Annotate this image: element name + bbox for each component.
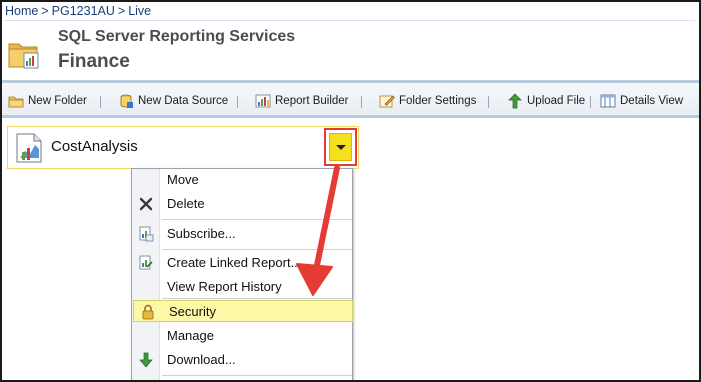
folder-settings-icon [379,95,395,108]
report-builder-icon [255,94,271,108]
toolbar-divider [361,96,362,108]
menu-item-label: Create Linked Report... [167,255,302,270]
breadcrumb-live-link[interactable]: Live [128,4,151,18]
menu-divider [162,298,352,299]
menu-item-security[interactable]: Security [133,300,353,322]
report-icon [16,133,42,163]
menu-item-move[interactable]: Move [132,169,352,191]
upload-file-label: Upload File [527,95,586,107]
menu-divider [162,219,352,220]
menu-item-label: Move [167,172,199,187]
menu-divider [162,249,352,250]
menu-item-subscribe[interactable]: Subscribe... [132,223,352,245]
chevron-down-icon [336,145,346,150]
menu-item-label: Delete [167,196,205,211]
report-item-costanalysis[interactable]: CostAnalysis [7,126,359,169]
toolbar-divider [590,96,591,108]
details-view-icon [600,94,616,108]
breadcrumb: Home > PG1231AU > Live [5,4,695,21]
breadcrumb-pg1231au-link[interactable]: PG1231AU [52,4,115,18]
report-manager-window: Home > PG1231AU > Live SQL Server Reporting … [0,0,701,382]
page-header: SQL Server Reporting Services Finance [2,22,699,80]
breadcrumb-home-link[interactable]: Home [5,4,38,18]
item-context-menu: Move Delete Subscribe... Create Linked R… [131,168,353,380]
menu-item-label: Security [169,304,216,319]
menu-item-label: View Report History [167,279,282,294]
toolbar-divider [100,96,101,108]
details-view-button[interactable]: Details View [600,92,683,110]
new-folder-label: New Folder [28,95,87,107]
dropdown-arrow-area[interactable] [329,133,352,161]
report-item-name[interactable]: CostAnalysis [51,138,138,155]
new-data-source-button[interactable]: New Data Source [118,92,228,110]
app-title: SQL Server Reporting Services [58,28,296,45]
folder-settings-label: Folder Settings [399,95,477,107]
upload-file-icon [508,93,522,109]
menu-item-download[interactable]: Download... [132,349,352,371]
page-title: Finance [58,51,130,72]
toolbar-divider [488,96,489,108]
new-data-source-label: New Data Source [138,95,229,107]
menu-item-delete[interactable]: Delete [132,193,352,215]
menu-item-manage[interactable]: Manage [132,325,352,347]
breadcrumb-separator: > [117,4,126,18]
subscribe-icon [139,226,154,242]
toolbar: New Folder New Data Source Report Builde… [2,80,699,118]
toolbar-divider [237,96,238,108]
folder-report-icon [8,43,39,69]
menu-item-create-linked-report[interactable]: Create Linked Report... [132,252,352,274]
menu-item-view-report-history[interactable]: View Report History [132,276,352,298]
item-dropdown-button[interactable] [324,128,357,166]
download-icon [139,352,153,368]
details-view-label: Details View [620,95,684,107]
linked-report-icon [139,255,153,270]
new-folder-icon [8,96,24,108]
menu-item-label: Download... [167,352,236,367]
menu-item-label: Subscribe... [167,226,236,241]
menu-item-label: Manage [167,328,214,343]
folder-settings-button[interactable]: Folder Settings [379,92,476,110]
lock-icon [142,304,154,320]
delete-x-icon [139,197,153,211]
new-data-source-icon [120,94,133,108]
report-builder-button[interactable]: Report Builder [255,92,349,110]
new-folder-button[interactable]: New Folder [8,92,87,110]
breadcrumb-separator: > [41,4,49,18]
report-builder-label: Report Builder [275,95,349,107]
upload-file-button[interactable]: Upload File [507,92,585,110]
menu-divider [162,375,352,376]
